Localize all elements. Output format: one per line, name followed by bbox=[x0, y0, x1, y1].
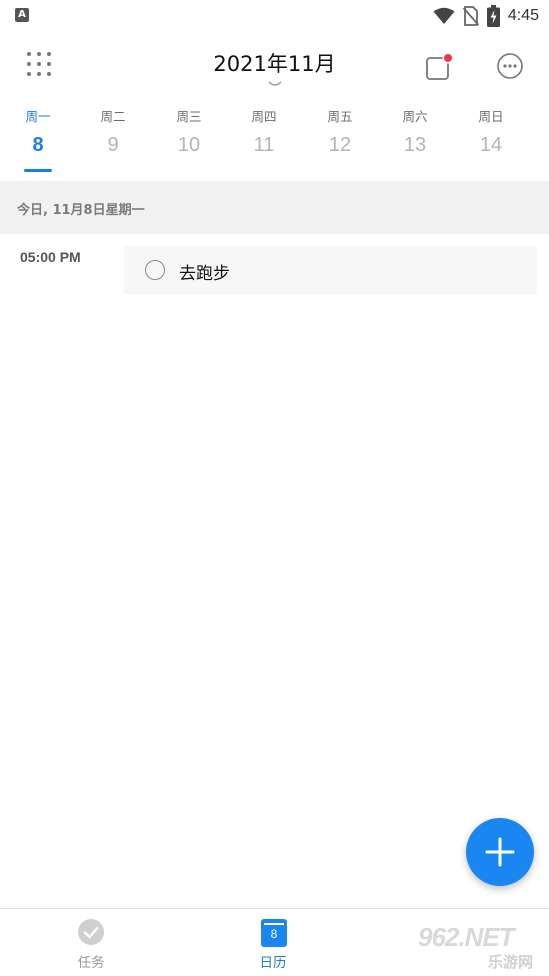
day-thursday[interactable]: 周四 11 bbox=[226, 102, 302, 178]
day-name: 周三 bbox=[176, 109, 202, 124]
nav-tasks[interactable]: 任务 bbox=[31, 909, 151, 976]
notification-square-icon[interactable] bbox=[425, 53, 453, 81]
watermark-sub: 乐游网 bbox=[488, 953, 534, 971]
wifi-icon bbox=[433, 7, 455, 24]
accessibility-a-icon: A bbox=[15, 8, 29, 22]
day-saturday[interactable]: 周六 13 bbox=[377, 102, 453, 178]
status-time: 4:45 bbox=[507, 7, 539, 24]
status-icons: 4:45 bbox=[433, 4, 539, 28]
date-header: 今日, 11月8日星期一 bbox=[0, 181, 549, 234]
week-strip: 周一 8 周二 9 周三 10 周四 11 周五 12 周六 13 周日 14 bbox=[0, 102, 549, 180]
add-event-button[interactable] bbox=[466, 818, 534, 886]
calendar-icon: 8 bbox=[261, 919, 287, 947]
calendar-icon-date: 8 bbox=[270, 927, 278, 941]
day-number: 8 bbox=[32, 134, 44, 156]
status-bar: A 4:45 bbox=[0, 0, 549, 32]
nav-calendar[interactable]: 8 日历 bbox=[213, 909, 333, 976]
day-number: 9 bbox=[107, 134, 119, 156]
event-complete-checkbox[interactable] bbox=[145, 260, 165, 280]
event-time: 05:00 PM bbox=[20, 249, 81, 265]
battery-charging-icon bbox=[486, 5, 500, 27]
day-wednesday[interactable]: 周三 10 bbox=[151, 102, 227, 178]
watermark-main: 962.NET bbox=[418, 922, 515, 952]
selected-day-indicator bbox=[24, 169, 52, 172]
day-tuesday[interactable]: 周二 9 bbox=[75, 102, 151, 178]
day-number: 11 bbox=[253, 134, 275, 156]
day-monday[interactable]: 周一 8 bbox=[0, 102, 76, 178]
day-number: 12 bbox=[328, 134, 352, 156]
watermark-logo: 962.NET 乐游网 bbox=[410, 916, 549, 976]
event-card[interactable]: 去跑步 bbox=[124, 246, 537, 294]
nav-calendar-label: 日历 bbox=[259, 955, 287, 971]
day-name: 周五 bbox=[327, 109, 353, 124]
day-name: 周四 bbox=[251, 109, 277, 124]
date-header-text: 今日, 11月8日星期一 bbox=[17, 203, 145, 218]
event-title: 去跑步 bbox=[179, 264, 230, 284]
day-sunday[interactable]: 周日 14 bbox=[453, 102, 529, 178]
day-number: 13 bbox=[403, 134, 427, 156]
page-title[interactable]: 2021年11月 bbox=[0, 48, 549, 78]
plus-icon bbox=[485, 837, 515, 867]
day-number: 10 bbox=[177, 134, 201, 156]
day-name: 周二 bbox=[100, 109, 126, 124]
nav-tasks-label: 任务 bbox=[77, 955, 105, 971]
day-friday[interactable]: 周五 12 bbox=[302, 102, 378, 178]
no-sim-icon bbox=[462, 6, 479, 26]
chevron-down-icon[interactable] bbox=[268, 80, 282, 90]
more-horizontal-icon[interactable] bbox=[496, 52, 524, 80]
day-name: 周六 bbox=[402, 109, 428, 124]
day-name: 周一 bbox=[25, 109, 51, 124]
header: 2021年11月 bbox=[0, 36, 549, 90]
day-number: 14 bbox=[479, 134, 503, 156]
day-name: 周日 bbox=[478, 109, 504, 124]
check-circle-icon bbox=[78, 919, 104, 945]
